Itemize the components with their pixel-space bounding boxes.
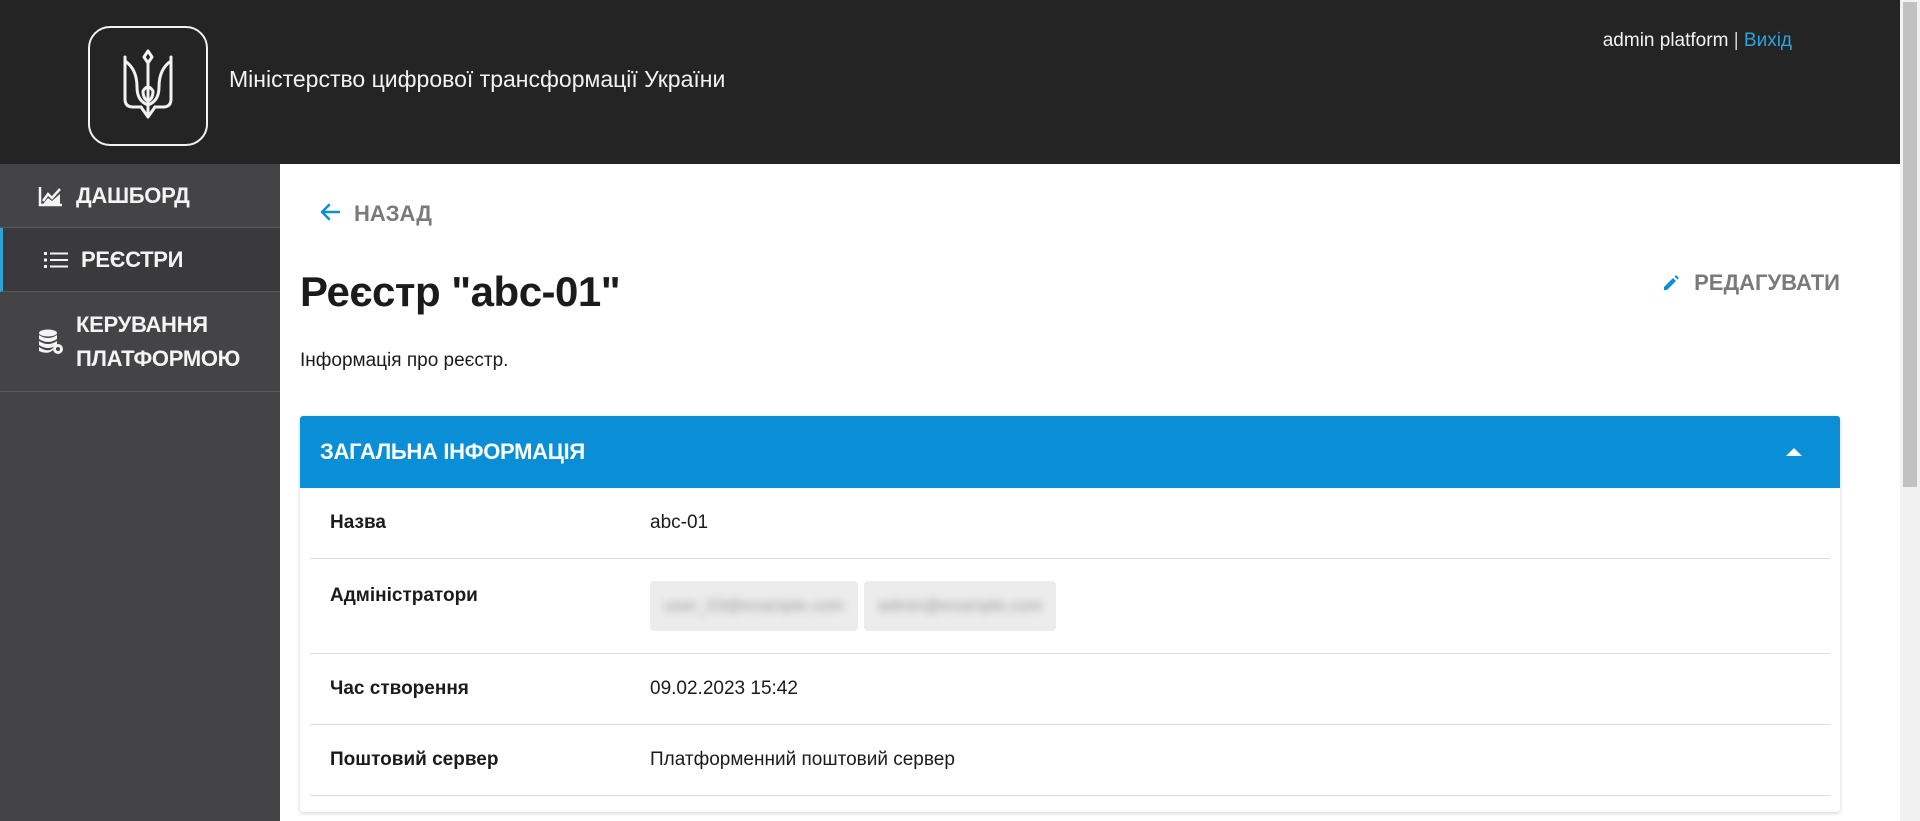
back-button[interactable]: НАЗАД [320, 200, 432, 228]
logout-link[interactable]: Вихід [1744, 30, 1792, 51]
panel-title: ЗАГАЛЬНА ІНФОРМАЦІЯ [320, 439, 585, 464]
trident-icon [123, 49, 173, 119]
info-row-admins: Адміністратори user_03@example.com admin… [310, 559, 1830, 654]
user-separator: | [1733, 30, 1739, 51]
admin-chips: user_03@example.com admin@example.com [650, 559, 1062, 653]
general-info-panel: ЗАГАЛЬНА ІНФОРМАЦІЯ Назва abc-01 Адмініс… [300, 416, 1840, 812]
admin-email: user_03@example.com [664, 596, 844, 615]
row-label: Назва [330, 512, 386, 533]
main-content: НАЗАД Реєстр "abc-01" РЕДАГУВАТИ Інформа… [280, 164, 1900, 821]
sidebar: ДАШБОРД РЕЄСТРИ КЕРУВАННЯ ПЛАТФОРМОЮ [0, 164, 280, 821]
row-value: 09.02.2023 15:42 [650, 678, 798, 699]
admin-chip: user_03@example.com [650, 581, 858, 631]
sidebar-item-platform-management[interactable]: КЕРУВАННЯ ПЛАТФОРМОЮ [0, 292, 280, 392]
pencil-icon [1662, 274, 1680, 292]
sidebar-item-label: ДАШБОРД [76, 182, 190, 208]
page-title: Реєстр "abc-01" [300, 268, 621, 315]
sidebar-item-dashboard[interactable]: ДАШБОРД [0, 164, 280, 228]
top-header: Міністерство цифрової трансформації Укра… [0, 0, 1900, 164]
list-icon [41, 245, 71, 275]
admin-email: admin@example.com [877, 596, 1043, 615]
row-label: Адміністратори [330, 585, 478, 606]
ministry-title: Міністерство цифрової трансформації Укра… [229, 66, 726, 92]
info-row-name: Назва abc-01 [310, 488, 1830, 559]
row-value: Платформенний поштовий сервер [650, 749, 955, 770]
chevron-up-icon[interactable] [1786, 448, 1802, 456]
row-label: Поштовий сервер [330, 749, 499, 770]
arrow-left-icon [320, 200, 341, 228]
edit-label: РЕДАГУВАТИ [1694, 270, 1840, 295]
row-label: Час створення [330, 678, 469, 699]
database-gear-icon [36, 327, 66, 357]
info-row-created: Час створення 09.02.2023 15:42 [310, 654, 1830, 725]
user-area: admin platform | Вихід [1603, 30, 1792, 52]
admin-chip: admin@example.com [863, 581, 1057, 631]
user-name: admin platform [1602, 30, 1729, 51]
chart-icon [36, 181, 66, 211]
sidebar-item-label: РЕЄСТРИ [81, 246, 184, 272]
info-row-mail-server: Поштовий сервер Платформенний поштовий с… [310, 725, 1830, 796]
panel-header[interactable]: ЗАГАЛЬНА ІНФОРМАЦІЯ [300, 416, 1840, 488]
trident-logo [88, 26, 208, 146]
page-subtitle: Інформація про реєстр. [300, 350, 509, 371]
scrollbar-thumb[interactable] [1903, 2, 1917, 487]
row-value: abc-01 [650, 512, 709, 533]
sidebar-item-label: КЕРУВАННЯ ПЛАТФОРМОЮ [76, 311, 241, 371]
sidebar-item-registers[interactable]: РЕЄСТРИ [0, 228, 280, 292]
back-label: НАЗАД [354, 201, 432, 226]
edit-button[interactable]: РЕДАГУВАТИ [1662, 270, 1840, 296]
